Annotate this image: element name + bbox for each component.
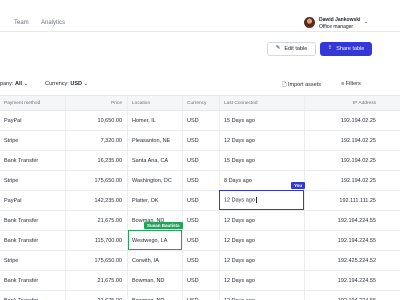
column-header-ip[interactable]: IP Address bbox=[340, 101, 376, 106]
ip-address-cell[interactable]: 192.194.224.55 bbox=[330, 218, 376, 224]
table-row[interactable]: Bank Transfer21,675.00Bowman, NDUSD12 Da… bbox=[0, 291, 400, 300]
ip-address-cell[interactable]: 192.194.02.25 bbox=[330, 118, 376, 124]
chevron-down-icon: ⌄ bbox=[83, 81, 89, 87]
share-table-button[interactable]: ⇪ Share table bbox=[320, 42, 372, 56]
payment-method-cell[interactable]: PayPal bbox=[4, 198, 21, 204]
avatar bbox=[304, 17, 315, 28]
last-connected-cell[interactable]: 12 Days ago bbox=[224, 218, 255, 224]
tab-team[interactable]: Team bbox=[14, 20, 29, 26]
payment-method-cell[interactable]: Bank Transfer bbox=[4, 218, 38, 224]
active-cell-value[interactable]: 12 Days ago bbox=[224, 197, 257, 203]
collaborator-cell-highlight bbox=[128, 230, 182, 250]
payment-method-cell[interactable]: Bank Transfer bbox=[4, 158, 38, 164]
table-row[interactable]: Bank Transfer 115,700.00 Westwego, LA USD 12… bbox=[0, 231, 400, 251]
filter-icon: ≡ bbox=[341, 81, 345, 87]
last-connected-cell[interactable]: 15 Days ago bbox=[224, 118, 255, 124]
edit-table-label: Edit table bbox=[284, 46, 308, 52]
currency-cell[interactable]: USD bbox=[187, 278, 199, 284]
payment-method-cell[interactable]: Bank Transfer bbox=[4, 278, 38, 284]
filter-bar: pany: All ⌄ Currency: USD ⌄ 🗋 Import ass… bbox=[0, 74, 400, 94]
ip-address-cell[interactable]: 192.111.111.25 bbox=[330, 198, 376, 204]
location-cell[interactable]: Pleasanton, NE bbox=[132, 138, 170, 144]
last-connected-cell[interactable]: 8 Days ago bbox=[224, 178, 252, 184]
collaborator-tag-susan: Susan Bautista bbox=[144, 222, 183, 229]
ip-address-cell[interactable]: 192.425.224.52 bbox=[330, 258, 376, 264]
ip-address-cell[interactable]: 192.194.224.55 bbox=[330, 238, 376, 244]
payment-method-cell[interactable]: Stripe bbox=[4, 258, 18, 264]
table-row[interactable]: Stripe 7,320.00 Pleasanton, NE USD 12 Days a… bbox=[0, 131, 400, 151]
currency-cell[interactable]: USD bbox=[187, 158, 199, 164]
currency-cell[interactable]: USD bbox=[187, 238, 199, 244]
column-header-payment[interactable]: Payment method bbox=[4, 101, 40, 106]
currency-cell[interactable]: USD bbox=[187, 118, 199, 124]
table-row[interactable]: Bank Transfer21,675.00Bowman, NDUSD12 Da… bbox=[0, 211, 400, 231]
location-cell[interactable]: Corwith, IA bbox=[132, 258, 159, 264]
currency-cell[interactable]: USD bbox=[187, 218, 199, 224]
price-cell[interactable]: 142,235.00 bbox=[85, 198, 122, 204]
currency-cell[interactable]: USD bbox=[187, 198, 199, 204]
user-role: Office manager bbox=[319, 24, 354, 30]
last-connected-cell[interactable]: 12 Days ago bbox=[224, 238, 255, 244]
chevron-down-icon[interactable]: ⌄ bbox=[364, 19, 368, 25]
filters-button[interactable]: ≡ Filters bbox=[341, 81, 361, 87]
price-cell[interactable]: 21,675.00 bbox=[85, 218, 122, 224]
currency-cell[interactable]: USD bbox=[187, 138, 199, 144]
text-caret bbox=[255, 197, 257, 203]
file-icon: 🗋 bbox=[282, 82, 287, 88]
edit-table-button[interactable]: ✎ Edit table bbox=[267, 42, 316, 56]
last-connected-cell[interactable]: 15 Days ago bbox=[224, 158, 255, 164]
price-cell[interactable]: 175,650.00 bbox=[85, 178, 122, 184]
last-connected-cell[interactable]: 12 Days ago bbox=[224, 138, 255, 144]
last-connected-cell[interactable]: 12 Days ago bbox=[224, 278, 255, 284]
import-assets-button[interactable]: 🗋 Import assets bbox=[282, 81, 321, 90]
company-filter[interactable]: pany: All ⌄ bbox=[0, 81, 28, 87]
collaborator-tag-you: You bbox=[291, 182, 306, 189]
price-cell[interactable]: 175,650.00 bbox=[85, 258, 122, 264]
table-row[interactable]: Bank Transfer 16,235.00 Santa Ana, CA USD 15… bbox=[0, 151, 400, 171]
price-cell[interactable]: 7,320.00 bbox=[85, 138, 122, 144]
price-cell[interactable]: 16,235.00 bbox=[85, 158, 122, 164]
currency-filter[interactable]: Currency: USD ⌄ bbox=[45, 81, 88, 87]
ip-address-cell[interactable]: 192.194.224.55 bbox=[330, 278, 376, 284]
currency-cell[interactable]: USD bbox=[187, 258, 199, 264]
column-header-location[interactable]: Location bbox=[132, 101, 150, 106]
ip-address-cell[interactable]: 192.194.02.25 bbox=[330, 158, 376, 164]
price-cell[interactable]: 10,650.00 bbox=[85, 118, 122, 124]
currency-cell[interactable]: USD bbox=[187, 178, 199, 184]
location-cell[interactable]: Homer, IL bbox=[132, 118, 156, 124]
payment-method-cell[interactable]: Stripe bbox=[4, 138, 18, 144]
share-icon: ⇪ bbox=[327, 45, 333, 52]
table-row[interactable]: PayPal 10,650.00 Homer, IL USD 15 Days ago 19… bbox=[0, 111, 400, 131]
table-row[interactable]: Bank Transfer 21,675.00 Bowman, ND USD 12 Da… bbox=[0, 271, 400, 291]
payment-method-cell[interactable]: Bank Transfer bbox=[4, 238, 38, 244]
last-connected-cell[interactable]: 12 Days ago bbox=[224, 258, 255, 264]
chevron-down-icon: ⌄ bbox=[23, 81, 29, 87]
price-cell[interactable]: 21,675.00 bbox=[85, 278, 122, 284]
location-cell[interactable]: Platter, OK bbox=[132, 198, 159, 204]
payment-method-cell[interactable]: PayPal bbox=[4, 118, 21, 124]
price-cell[interactable]: 115,700.00 bbox=[85, 238, 122, 244]
column-header-last-connected[interactable]: Last Connected bbox=[224, 101, 258, 106]
top-nav: Team Analytics Dawid Jankowski Office ma… bbox=[0, 0, 400, 32]
table-row[interactable]: Stripe 175,650.00 Corwith, IA USD 12 Days ag… bbox=[0, 251, 400, 271]
column-header-currency[interactable]: Currency bbox=[187, 101, 206, 106]
share-table-label: Share table bbox=[336, 46, 365, 52]
active-cell-editor[interactable]: 12 Days ago bbox=[219, 190, 304, 210]
table-row[interactable]: PayPal 142,235.00 Platter, OK USD 12 Days ag… bbox=[0, 191, 400, 211]
ip-address-cell[interactable]: 192.194.02.25 bbox=[330, 178, 376, 184]
user-name: Dawid Jankowski bbox=[319, 17, 361, 23]
ip-address-cell[interactable]: 192.194.02.25 bbox=[330, 138, 376, 144]
column-header-price[interactable]: Price bbox=[92, 101, 122, 106]
tab-analytics[interactable]: Analytics bbox=[41, 20, 65, 26]
edit-icon: ✎ bbox=[275, 45, 281, 52]
table-row[interactable]: Stripe 175,650.00 Washington, DC USD 8 Days … bbox=[0, 171, 400, 191]
location-cell[interactable]: Santa Ana, CA bbox=[132, 158, 168, 164]
payment-method-cell[interactable]: Stripe bbox=[4, 178, 18, 184]
table-header: Payment method Price Location Currency L… bbox=[0, 95, 400, 111]
location-cell[interactable]: Bowman, ND bbox=[132, 278, 164, 284]
location-cell[interactable]: Washington, DC bbox=[132, 178, 172, 184]
